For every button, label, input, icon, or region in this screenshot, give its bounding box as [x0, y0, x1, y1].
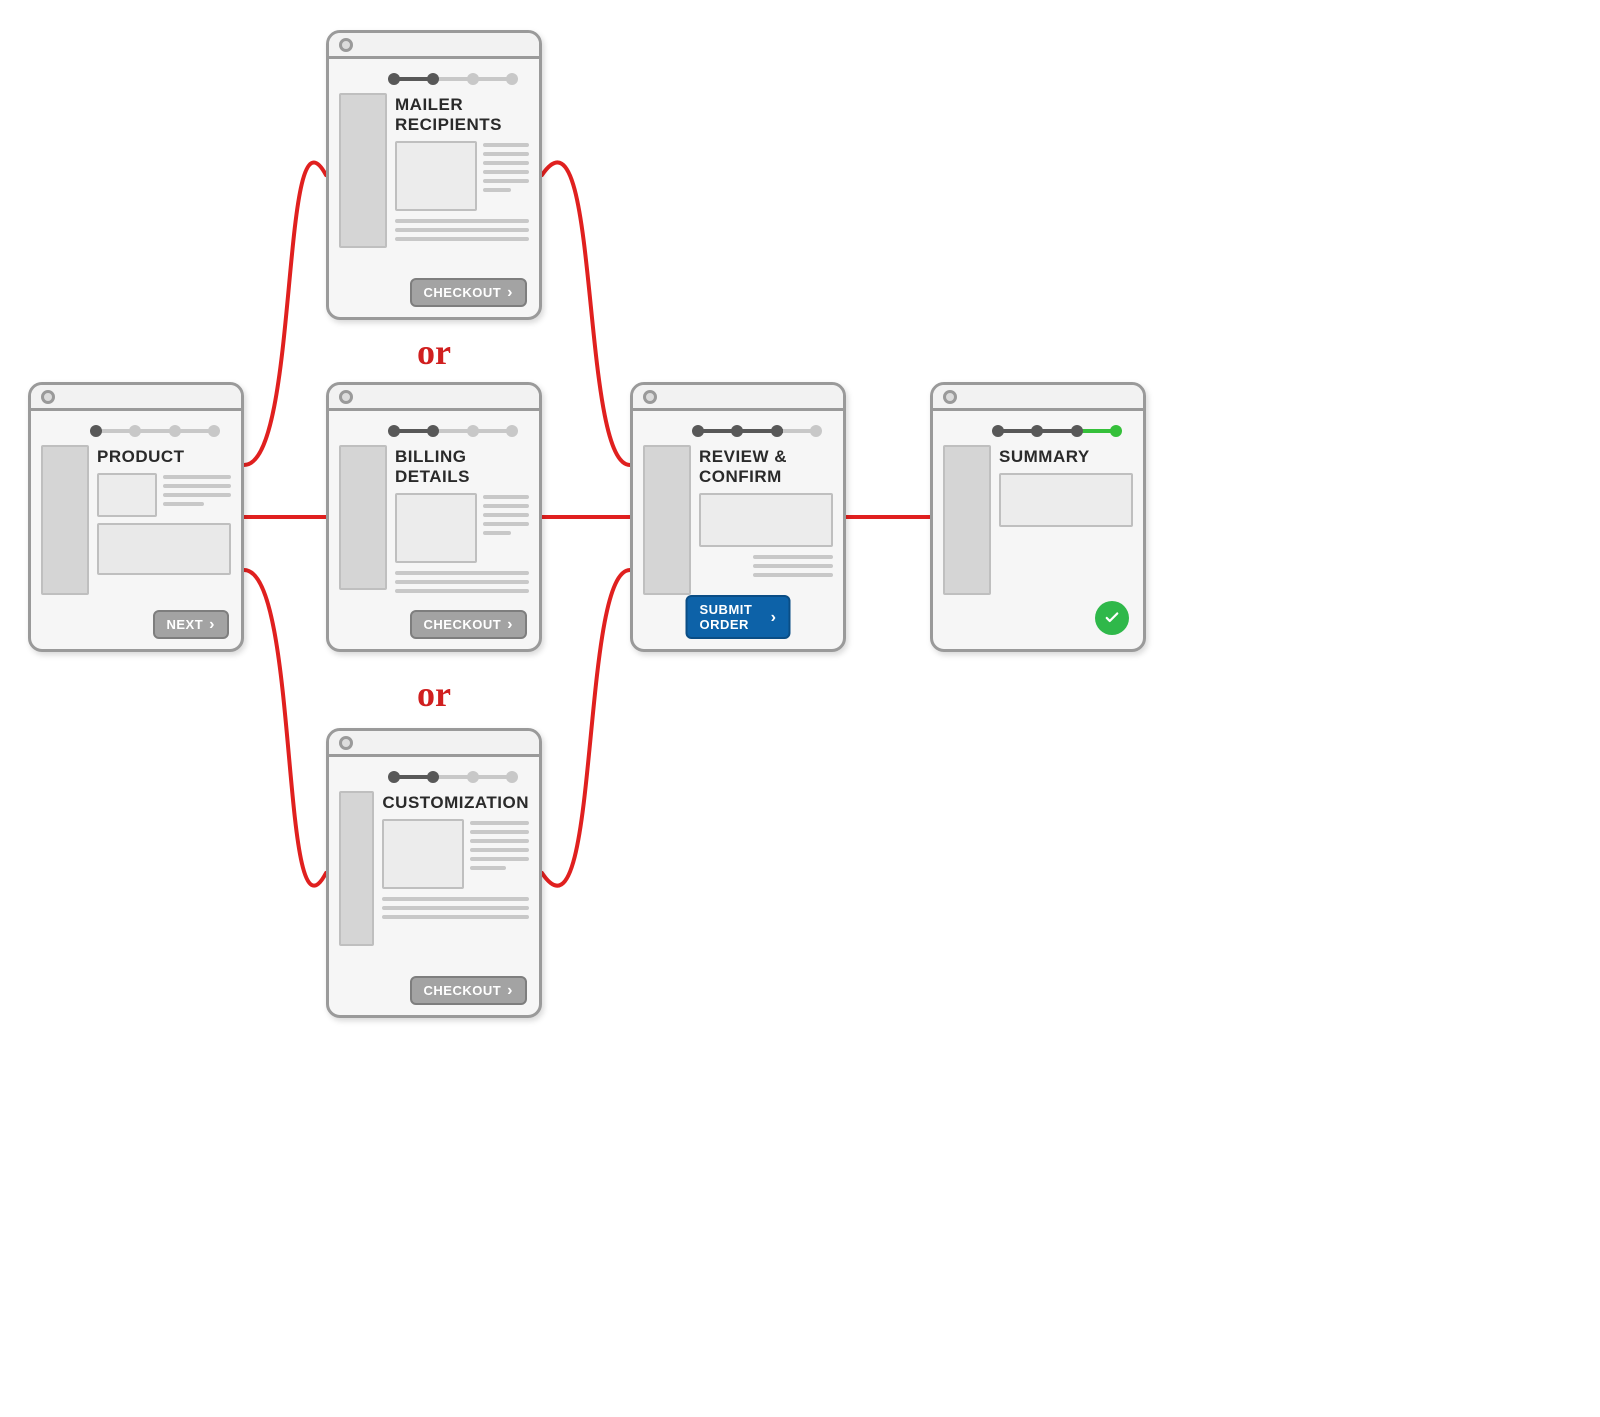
button-label: CHECKOUT: [424, 617, 502, 632]
checkout-button[interactable]: CHECKOUT: [410, 976, 528, 1005]
page-title: SUMMARY: [999, 447, 1133, 467]
page-title: REVIEW & CONFIRM: [699, 447, 833, 487]
progress-stepper: [387, 421, 519, 441]
panel-placeholder: [97, 523, 231, 575]
checkout-button[interactable]: CHECKOUT: [410, 278, 528, 307]
sidebar-placeholder: [339, 791, 374, 946]
text-lines-placeholder: [163, 473, 231, 517]
browser-chrome: [633, 385, 843, 411]
browser-chrome: [31, 385, 241, 411]
page-title: MAILER RECIPIENTS: [395, 95, 529, 135]
text-lines-placeholder: [395, 219, 529, 241]
text-lines-placeholder: [382, 897, 529, 919]
success-check-icon: [1095, 601, 1129, 635]
browser-dot-icon: [41, 390, 55, 404]
text-lines-placeholder: [699, 555, 833, 577]
card-summary: SUMMARY: [930, 382, 1146, 652]
sidebar-placeholder: [41, 445, 89, 595]
or-label-top: or: [417, 331, 451, 373]
card-billing-details: BILLING DETAILS CHECKOUT: [326, 382, 542, 652]
sidebar-placeholder: [943, 445, 991, 595]
text-lines-placeholder: [483, 493, 529, 563]
text-lines-placeholder: [470, 819, 529, 889]
page-title: BILLING DETAILS: [395, 447, 529, 487]
button-label: CHECKOUT: [424, 285, 502, 300]
button-label: CHECKOUT: [424, 983, 502, 998]
browser-dot-icon: [943, 390, 957, 404]
chevron-right-icon: [507, 285, 513, 300]
thumbnail-placeholder: [382, 819, 464, 889]
chevron-right-icon: [771, 610, 777, 625]
card-customization: CUSTOMIZATION CHECKOUT: [326, 728, 542, 1018]
button-label: SUBMIT ORDER: [700, 602, 765, 632]
browser-chrome: [329, 33, 539, 59]
progress-stepper: [691, 421, 823, 441]
progress-stepper: [89, 421, 221, 441]
browser-chrome: [329, 731, 539, 757]
card-product: PRODUCT NEXT: [28, 382, 244, 652]
checkout-button[interactable]: CHECKOUT: [410, 610, 528, 639]
panel-placeholder: [999, 473, 1133, 527]
button-label: NEXT: [167, 617, 204, 632]
card-mailer-recipients: MAILER RECIPIENTS CHECKOUT: [326, 30, 542, 320]
sidebar-placeholder: [339, 445, 387, 590]
next-button[interactable]: NEXT: [153, 610, 230, 639]
browser-chrome: [933, 385, 1143, 411]
browser-chrome: [329, 385, 539, 411]
page-title: PRODUCT: [97, 447, 231, 467]
thumbnail-placeholder: [395, 141, 477, 211]
card-review-confirm: REVIEW & CONFIRM SUBMIT ORDER: [630, 382, 846, 652]
browser-dot-icon: [643, 390, 657, 404]
browser-dot-icon: [339, 390, 353, 404]
progress-stepper: [991, 421, 1123, 441]
connector-lines: [0, 0, 1600, 1417]
chevron-right-icon: [507, 983, 513, 998]
progress-stepper: [387, 767, 519, 787]
progress-stepper: [387, 69, 519, 89]
sidebar-placeholder: [643, 445, 691, 595]
browser-dot-icon: [339, 38, 353, 52]
or-label-bottom: or: [417, 673, 451, 715]
chevron-right-icon: [507, 617, 513, 632]
panel-placeholder: [699, 493, 833, 547]
chevron-right-icon: [209, 617, 215, 632]
submit-order-button[interactable]: SUBMIT ORDER: [686, 595, 791, 639]
thumbnail-placeholder: [395, 493, 477, 563]
thumbnail-placeholder: [97, 473, 157, 517]
flow-diagram: or or PRODUCT: [0, 0, 1600, 1417]
sidebar-placeholder: [339, 93, 387, 248]
page-title: CUSTOMIZATION: [382, 793, 529, 813]
text-lines-placeholder: [483, 141, 529, 211]
text-lines-placeholder: [395, 571, 529, 593]
browser-dot-icon: [339, 736, 353, 750]
